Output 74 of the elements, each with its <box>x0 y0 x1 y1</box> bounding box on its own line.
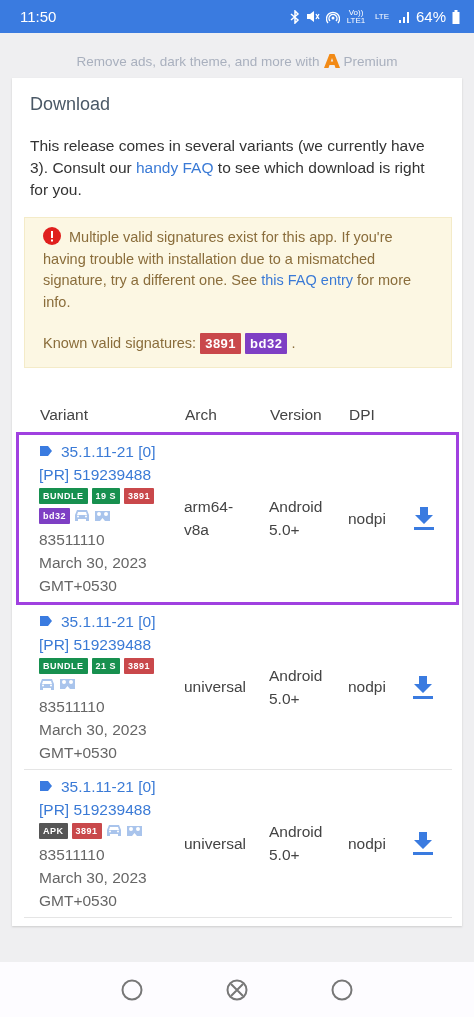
timezone: GMT+0530 <box>39 742 118 763</box>
back-icon[interactable] <box>330 978 353 1001</box>
dpi-cell-text: nodpi <box>348 833 387 854</box>
version-cell-text: Android 5.0+ <box>269 665 324 709</box>
build-link[interactable]: [PR] 519239488 <box>39 800 152 818</box>
arch-cell-text: universal <box>184 677 248 697</box>
column-header: Variant <box>40 405 89 424</box>
tag-icon <box>39 781 53 791</box>
intro-text: This release comes in several variants (we currently have 3). Consult our handy FAQ to see which download is right for you. <box>30 136 426 200</box>
version-link[interactable]: 35.1.11-21 [0] <box>61 774 156 798</box>
variant-tag: 3891 <box>71 822 102 839</box>
arch-cell-text: universal <box>184 833 248 854</box>
version-link[interactable]: 35.1.11-21 [0] <box>61 439 156 463</box>
download-icon[interactable] <box>412 831 434 855</box>
tag-icon <box>39 616 53 626</box>
vr-headset-icon <box>94 509 111 522</box>
variant-tag: bd32 <box>39 507 70 524</box>
recents-icon[interactable] <box>121 978 144 1001</box>
bluetooth-icon <box>289 9 300 24</box>
exclamation-icon <box>43 227 61 245</box>
signature-tag: bd32 <box>245 333 288 355</box>
hotspot-icon <box>325 9 340 24</box>
faq-entry-link[interactable]: this FAQ entry <box>261 272 354 288</box>
signal-icon <box>397 10 410 23</box>
signature-tag: 3891 <box>200 333 242 355</box>
release-date: March 30, 2023 <box>39 719 148 740</box>
column-header: DPI <box>349 405 376 424</box>
battery-level: 64% <box>415 8 446 25</box>
tag-icon <box>39 446 53 456</box>
version-link[interactable]: 35.1.11-21 [0] <box>61 609 156 633</box>
signatures-label: Known valid signatures: <box>43 334 197 353</box>
warning-text: Multiple valid signatures exist for this app. If you're having trouble with installation due to a mismatched signature, try a different one. See this FAQ entry for more info. <box>43 227 413 312</box>
build-link[interactable]: [PR] 519239488 <box>39 465 152 483</box>
vr-headset-icon <box>125 824 143 837</box>
download-icon[interactable] <box>412 674 434 699</box>
clock-time: 11:50 <box>20 8 58 25</box>
network-label: LTE <box>373 12 390 21</box>
timezone: GMT+0530 <box>39 575 118 596</box>
download-icon[interactable] <box>413 506 435 530</box>
car-icon <box>74 509 90 522</box>
variant-tag: 21 S <box>91 657 120 674</box>
variant-tag: 19 S <box>91 487 120 504</box>
version-cell-text: Android 5.0+ <box>269 497 324 540</box>
promo-text: Remove ads, dark theme, and more with <box>76 53 320 69</box>
variant-tag: BUNDLE <box>39 487 88 504</box>
variant-tag: 3891 <box>124 487 155 504</box>
release-date: March 30, 2023 <box>39 867 148 888</box>
faq-link[interactable]: handy FAQ <box>135 159 214 176</box>
arch-cell-text: arm64-v8a <box>184 497 235 540</box>
timezone: GMT+0530 <box>39 890 118 911</box>
mute-icon <box>305 10 320 23</box>
period-text: . <box>291 334 296 353</box>
car-icon <box>105 824 122 837</box>
battery-icon <box>452 9 460 24</box>
column-header: Arch <box>185 405 218 424</box>
car-icon <box>39 677 55 691</box>
logo-icon <box>323 53 340 69</box>
version-code: 83511110 <box>39 844 106 865</box>
network-label: Vo)) LTE1 <box>345 8 366 25</box>
release-date: March 30, 2023 <box>39 552 148 573</box>
version-cell-text: Android 5.0+ <box>269 822 324 865</box>
dpi-cell-text: nodpi <box>348 677 387 697</box>
variant-tag: APK <box>39 822 68 839</box>
version-code: 83511110 <box>39 529 106 550</box>
variant-tag: BUNDLE <box>39 657 88 674</box>
selected-row-outline[interactable]: 35.1.11-21 [0] [PR] 519239488 BUNDLE 19 S 3891 bd32 83511110 March 30, 2023 GMT+0530 arm64-v8a Android 5.0+ nodpi <box>16 431 459 605</box>
column-header: Version <box>270 405 323 424</box>
build-link[interactable]: [PR] 519239488 <box>39 635 152 653</box>
dpi-cell-text: nodpi <box>348 508 387 529</box>
section-title: Download <box>30 94 112 115</box>
vr-headset-icon <box>59 678 76 690</box>
variant-tag: 3891 <box>124 657 155 674</box>
home-icon[interactable] <box>226 978 248 1001</box>
version-code: 83511110 <box>39 696 106 717</box>
